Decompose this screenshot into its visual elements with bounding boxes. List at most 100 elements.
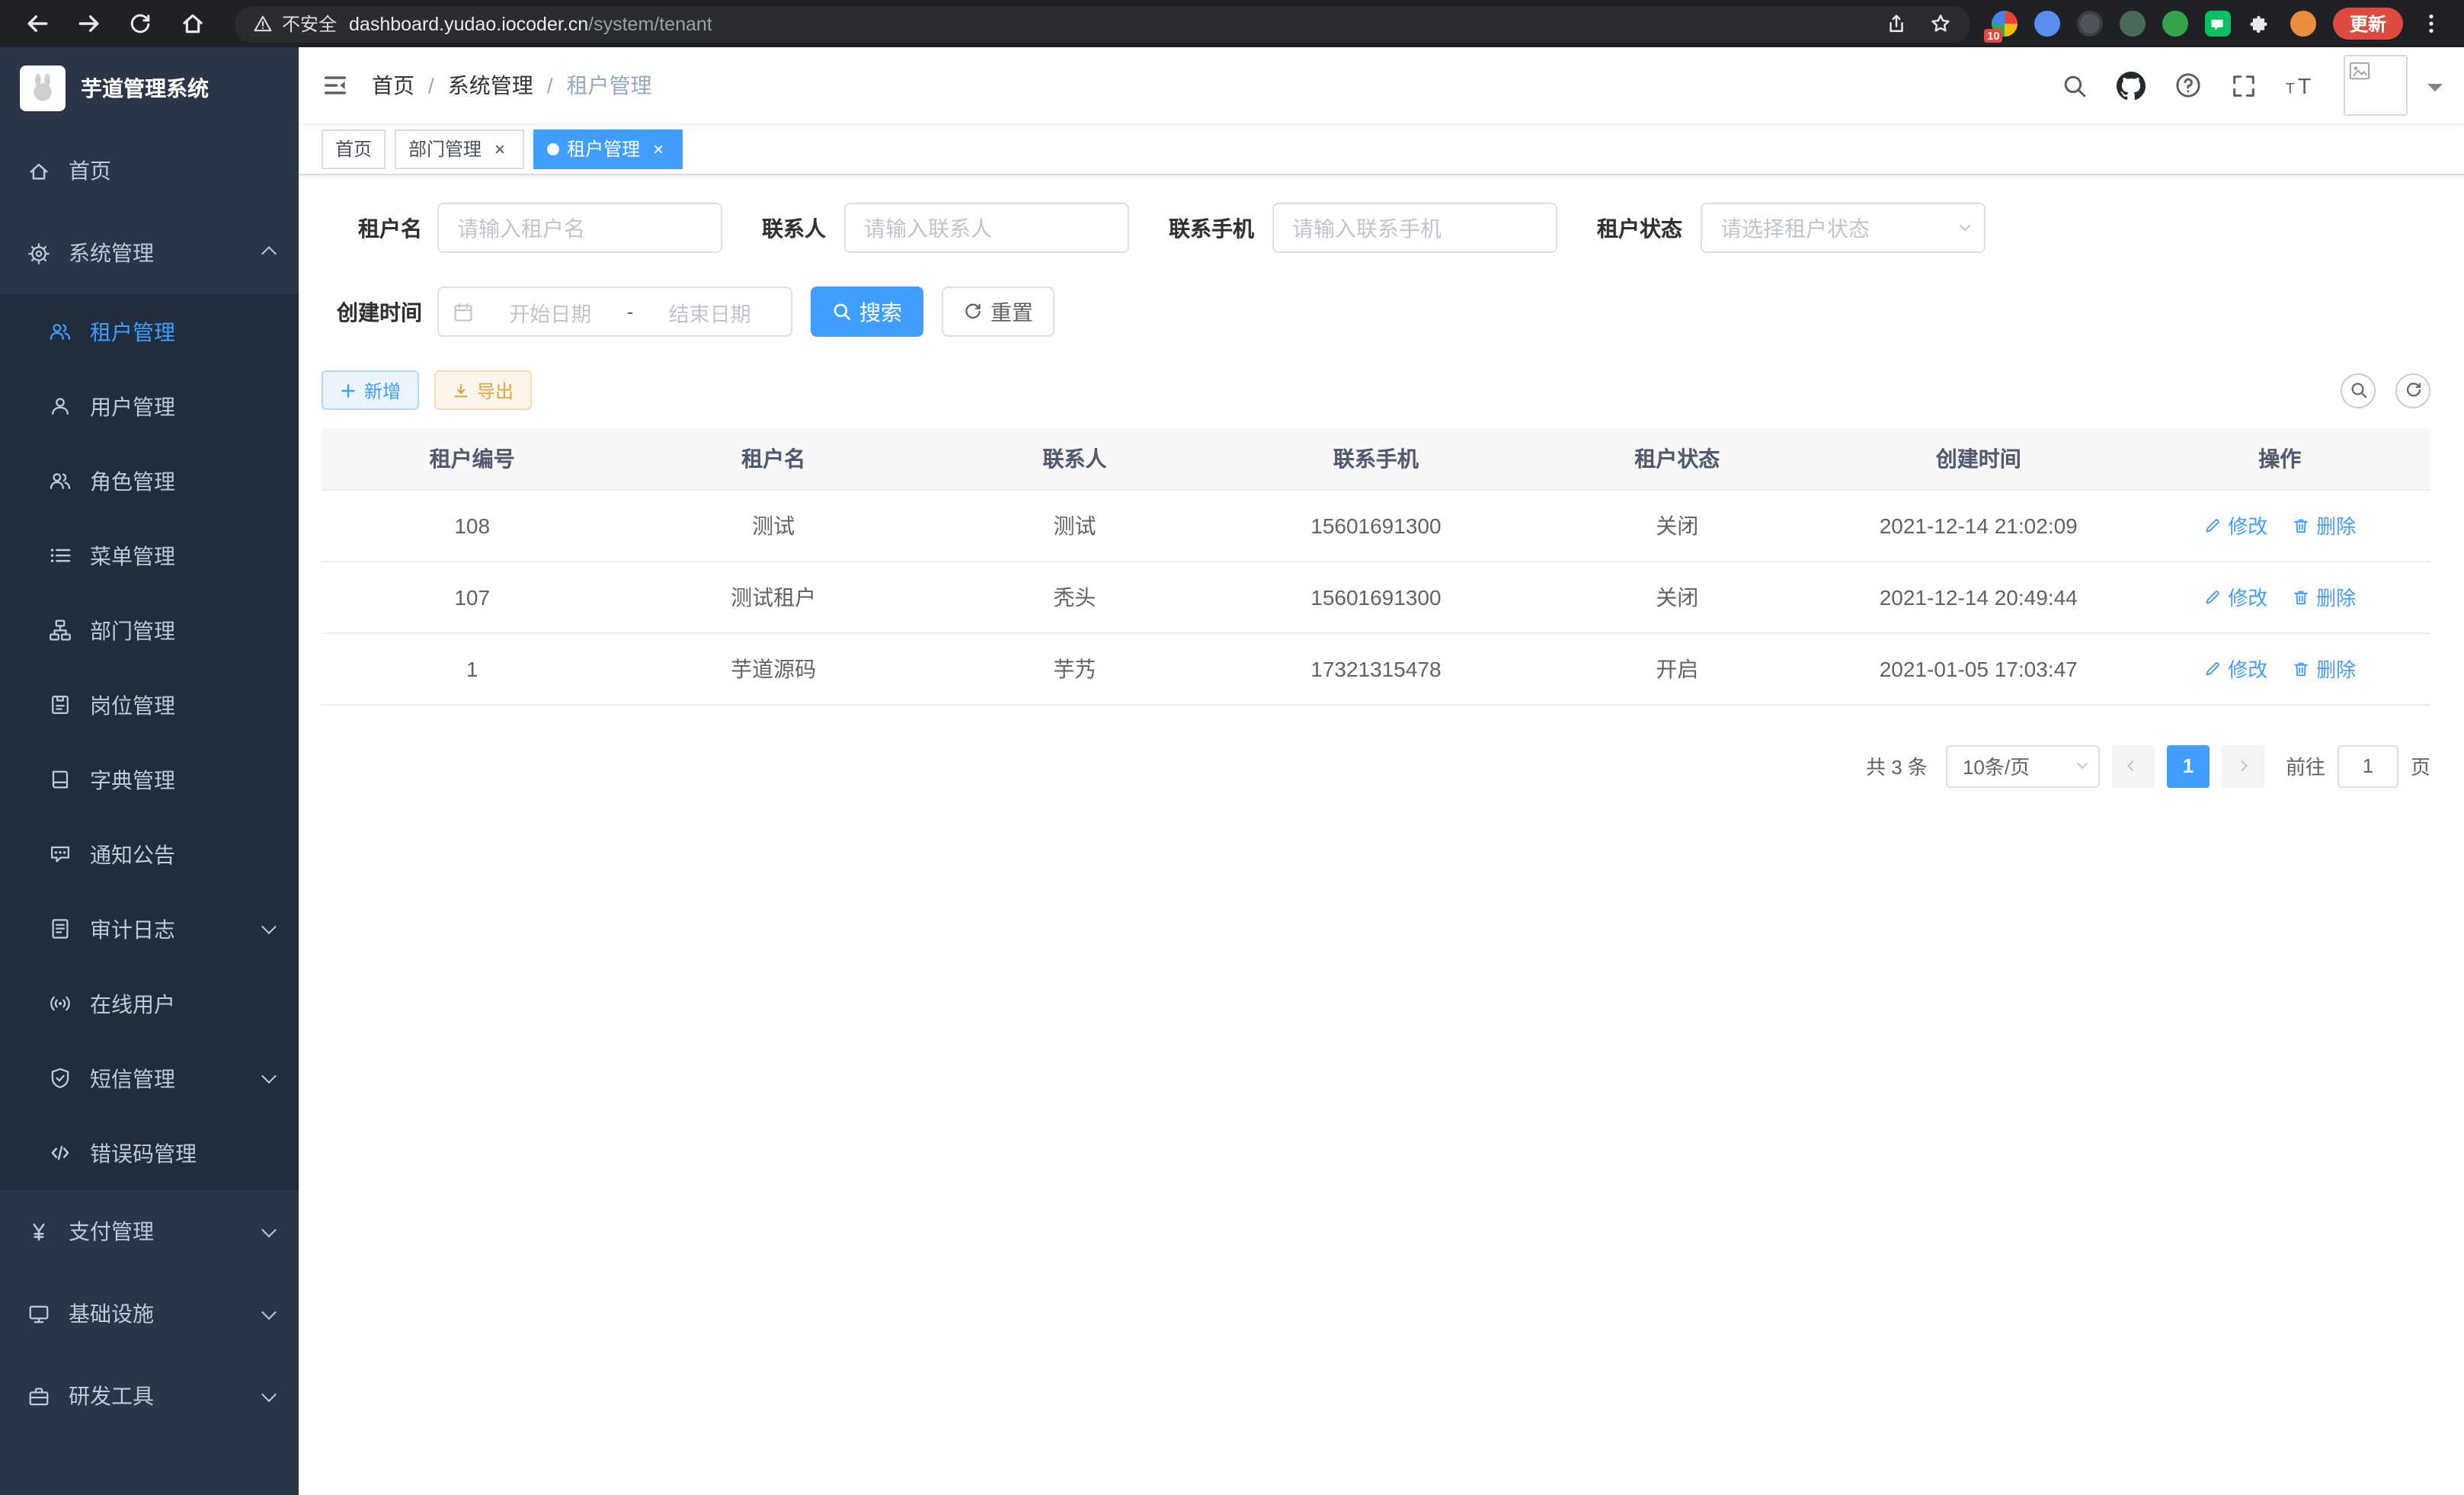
cell-contact: 芋艿 [924, 632, 1225, 704]
caret-down-icon[interactable] [2427, 84, 2443, 99]
browser-home-button[interactable] [171, 4, 213, 43]
tag-tenant-active[interactable]: 租户管理 × [533, 129, 683, 168]
mobile-input[interactable] [1272, 203, 1557, 253]
tenant-table: 租户编号 租户名 联系人 联系手机 租户状态 创建时间 操作 108 测试 [322, 428, 2430, 705]
share-icon[interactable] [1885, 12, 1908, 35]
goto-label: 前往 [2286, 751, 2325, 780]
chrome-update-button[interactable]: 更新 [2333, 8, 2403, 40]
header-search-button[interactable] [2062, 72, 2088, 98]
edit-link[interactable]: 修改 [2203, 582, 2267, 611]
sidebar-item-post[interactable]: 岗位管理 [0, 667, 299, 742]
sidebar-collapse-button[interactable] [299, 47, 372, 123]
goto-page-input[interactable] [2338, 744, 2398, 787]
page-number-1[interactable]: 1 [2167, 744, 2210, 787]
edit-link[interactable]: 修改 [2203, 654, 2267, 683]
cell-mobile: 17321315478 [1225, 632, 1526, 704]
sidebar-item-dev-tools[interactable]: 研发工具 [0, 1355, 299, 1437]
browser-back-button[interactable] [15, 4, 58, 43]
sidebar-item-system[interactable]: 系统管理 [0, 212, 299, 294]
delete-link[interactable]: 删除 [2292, 654, 2356, 683]
sidebar-item-audit-log[interactable]: 审计日志 [0, 892, 299, 966]
sidebar-item-home[interactable]: 首页 [0, 130, 299, 212]
menu-label: 研发工具 [69, 1381, 154, 1411]
sidebar-item-tenant[interactable]: 租户管理 [0, 294, 299, 369]
page-unit-label: 页 [2411, 751, 2430, 780]
next-page-button[interactable] [2222, 744, 2264, 787]
extensions-puzzle-button[interactable] [2248, 11, 2274, 37]
sidebar-item-role[interactable]: 角色管理 [0, 443, 299, 518]
github-link-button[interactable] [2117, 71, 2146, 100]
refresh-table-button[interactable] [2395, 373, 2430, 408]
edit-link[interactable]: 修改 [2203, 511, 2267, 539]
add-button[interactable]: 新增 [322, 370, 419, 410]
sidebar-item-notice[interactable]: 通知公告 [0, 817, 299, 892]
pagination-total: 共 3 条 [1866, 751, 1928, 780]
close-icon[interactable]: × [648, 138, 669, 159]
bookmark-star-icon[interactable] [1929, 12, 1952, 35]
breadcrumb-home[interactable]: 首页 [372, 70, 414, 101]
user-icon [49, 395, 72, 418]
sidebar-item-payment[interactable]: 支付管理 [0, 1190, 299, 1273]
sidebar-item-error-code[interactable]: 错误码管理 [0, 1116, 299, 1190]
close-icon[interactable]: × [489, 138, 510, 159]
status-select[interactable]: 请选择租户状态 [1701, 203, 1986, 253]
logo-image [20, 66, 66, 111]
sidebar-item-dept[interactable]: 部门管理 [0, 593, 299, 667]
breadcrumb-system[interactable]: 系统管理 [448, 70, 533, 101]
cell-id: 1 [322, 632, 622, 704]
sidebar-item-sms[interactable]: 短信管理 [0, 1041, 299, 1116]
search-button[interactable]: 搜索 [811, 287, 923, 337]
col-tenant-id: 租户编号 [322, 428, 622, 489]
back-arrow-icon [24, 11, 50, 37]
tag-dept[interactable]: 部门管理 × [395, 129, 524, 168]
url-text[interactable]: dashboard.yudao.iocoder.cn/system/tenant [349, 13, 712, 34]
menu-label: 在线用户 [90, 988, 175, 1019]
address-bar[interactable]: 不安全 dashboard.yudao.iocoder.cn/system/te… [235, 5, 1970, 42]
prev-page-button[interactable] [2112, 744, 2155, 787]
trash-icon [2292, 659, 2310, 677]
delete-link[interactable]: 删除 [2292, 511, 2356, 539]
menu-label: 菜单管理 [90, 540, 175, 571]
extension-dark-icon[interactable] [2077, 11, 2103, 37]
sidebar-item-infrastructure[interactable]: 基础设施 [0, 1273, 299, 1355]
extension-green-icon[interactable] [2162, 11, 2188, 37]
delete-label: 删除 [2316, 654, 2356, 683]
extension-blue-icon[interactable] [2034, 11, 2060, 37]
chevron-up-icon [261, 245, 277, 261]
fullscreen-button[interactable] [2231, 72, 2257, 98]
tag-home[interactable]: 首页 [322, 129, 386, 168]
sidebar-item-dict[interactable]: 字典管理 [0, 742, 299, 817]
profile-avatar-icon[interactable] [2290, 11, 2316, 37]
help-button[interactable] [2174, 72, 2202, 99]
extension-darkgreen-icon[interactable] [2120, 11, 2146, 37]
page-size-value: 10条/页 [1963, 751, 2078, 780]
sidebar-item-menu[interactable]: 菜单管理 [0, 518, 299, 593]
sidebar-item-user[interactable]: 用户管理 [0, 369, 299, 443]
page-size-select[interactable]: 10条/页 [1946, 744, 2100, 787]
tenant-name-input[interactable] [437, 203, 722, 253]
contact-input[interactable] [844, 203, 1129, 253]
delete-link[interactable]: 删除 [2292, 582, 2356, 611]
menu-label: 短信管理 [90, 1063, 175, 1093]
user-avatar[interactable] [2344, 55, 2408, 116]
browser-forward-button[interactable] [67, 4, 110, 43]
security-indicator[interactable]: 不安全 [253, 11, 337, 37]
edit-label: 修改 [2228, 654, 2267, 683]
sidebar-item-online-users[interactable]: 在线用户 [0, 966, 299, 1041]
status-select-placeholder: 请选择租户状态 [1720, 213, 1961, 243]
font-size-button[interactable]: TT [2286, 72, 2315, 98]
col-created: 创建时间 [1828, 428, 2129, 489]
toggle-search-button[interactable] [2341, 373, 2376, 408]
post-badge-icon [49, 693, 72, 716]
extension-wechat-icon[interactable] [2205, 11, 2231, 37]
extension-colorful-icon[interactable]: 10 [1992, 11, 2018, 37]
breadcrumb: 首页 / 系统管理 / 租户管理 [372, 70, 652, 101]
create-time-range-picker[interactable]: 开始日期 - 结束日期 [437, 287, 792, 337]
export-button[interactable]: 导出 [434, 370, 532, 410]
add-button-label: 新增 [364, 377, 401, 403]
menu-label: 字典管理 [90, 764, 175, 795]
reset-button[interactable]: 重置 [942, 287, 1054, 337]
browser-refresh-button[interactable] [119, 4, 162, 43]
trash-icon [2292, 516, 2310, 534]
browser-menu-dots-icon[interactable] [2420, 12, 2443, 35]
